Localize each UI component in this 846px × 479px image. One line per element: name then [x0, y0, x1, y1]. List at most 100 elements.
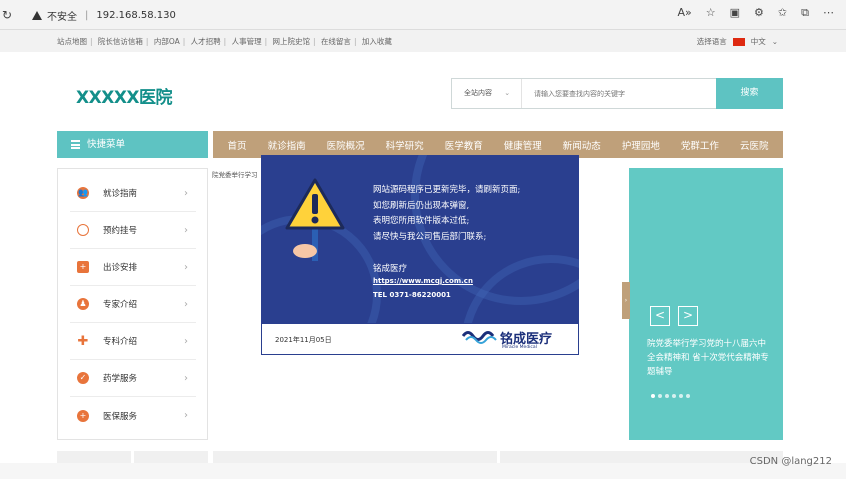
popup-phone: TEL 0371-86220001: [373, 291, 451, 299]
cross-icon: ✚: [77, 333, 89, 349]
quick-menu-label: 专科介绍: [103, 337, 138, 347]
top-link[interactable]: 院长信访信箱: [98, 37, 143, 46]
slider-dot[interactable]: [679, 394, 683, 398]
popup-message-line: 如您刷新后仍出现本弹窗,: [373, 200, 470, 211]
china-flag-icon: [732, 37, 745, 46]
quick-menu-item[interactable]: + 医保服务 ›: [70, 397, 196, 434]
top-link[interactable]: 人才招聘: [191, 37, 221, 46]
slider-dot[interactable]: [651, 394, 655, 398]
nav-item[interactable]: 健康管理: [504, 138, 542, 152]
chevron-right-icon: ›: [184, 335, 188, 347]
bottom-section: [213, 451, 497, 463]
top-link[interactable]: 内部OA: [154, 37, 180, 46]
quick-menu-item[interactable]: ♟ 专家介绍 ›: [70, 286, 196, 323]
quick-menu-label: 就诊指南: [103, 189, 138, 199]
quick-menu-label: 预约挂号: [103, 226, 138, 236]
bottom-tab: [134, 451, 208, 463]
quick-menu-item[interactable]: ✚ 专科介绍 ›: [70, 323, 196, 360]
language-label: 选择语言: [696, 37, 727, 46]
popup-company: 铭成医疗: [373, 264, 408, 274]
extensions-icon[interactable]: ⚙: [754, 6, 764, 20]
top-link[interactable]: 站点地图: [57, 37, 87, 46]
browser-toolbar: ↻ 不安全 | 192.168.58.130 A» ☆ ▣ ⚙ ✩ ⧉ ⋯: [0, 0, 846, 30]
search-scope-select[interactable]: 全站内容 ⌄: [452, 79, 522, 108]
chevron-right-icon: ›: [184, 261, 188, 273]
chevron-down-icon: ⌄: [504, 89, 511, 97]
top-link[interactable]: 人事管理: [232, 37, 262, 46]
nav-item[interactable]: 首页: [228, 138, 247, 152]
news-slider-panel: [629, 168, 783, 440]
read-aloud-icon[interactable]: A»: [678, 6, 692, 20]
chevron-right-icon: ›: [184, 410, 188, 421]
slider-side-tab[interactable]: ›: [622, 282, 630, 319]
nav-item[interactable]: 云医院: [740, 138, 769, 152]
quick-menu-header: 快捷菜单: [57, 131, 208, 158]
company-logo: 铭成医疗 Miracle Medical: [461, 328, 552, 350]
quick-menu-item[interactable]: 👥 就诊指南 ›: [70, 175, 196, 212]
nav-item[interactable]: 就诊指南: [268, 138, 306, 152]
quick-menu-item[interactable]: ✓ 药学服务 ›: [70, 360, 196, 397]
search-input[interactable]: [524, 79, 714, 108]
nav-item[interactable]: 护理园地: [622, 138, 660, 152]
slider-next-button[interactable]: >: [678, 306, 698, 326]
reload-icon[interactable]: ↻: [2, 8, 16, 22]
clock-icon: [76, 223, 90, 237]
top-link[interactable]: 网上院史馆: [273, 37, 311, 46]
slider-dot[interactable]: [665, 394, 669, 398]
bottom-section: [500, 451, 783, 463]
nav-item[interactable]: 科学研究: [386, 138, 424, 152]
more-icon[interactable]: ⋯: [823, 6, 834, 20]
popup-footer: 2021年11月05日 铭成医疗 Miracle Medical: [261, 323, 579, 355]
quick-menu-label: 出诊安排: [103, 263, 138, 273]
quick-menu-title: 快捷菜单: [87, 139, 126, 150]
slider-dot[interactable]: [672, 394, 676, 398]
collections-icon[interactable]: ⧉: [801, 6, 809, 20]
popup-message-line: 表明您所用软件版本过低;: [373, 216, 470, 226]
url-text[interactable]: 192.168.58.130: [96, 10, 176, 21]
slider-dots: [651, 394, 690, 398]
security-label: 不安全: [47, 11, 77, 23]
top-link[interactable]: 在线留言: [321, 37, 351, 46]
plus-circle-icon: +: [76, 409, 90, 423]
quick-menu-label: 专家介绍: [103, 300, 138, 310]
menu-list-icon: [71, 140, 80, 149]
chevron-right-icon: ›: [184, 298, 188, 310]
address-separator: |: [85, 9, 89, 21]
top-links: 站点地图 | 院长信访信箱 | 内部OA | 人才招聘 | 人事管理 | 网上院史馆 | 在…: [57, 37, 392, 46]
chevron-right-icon: ›: [184, 187, 188, 199]
quick-menu: 👥 就诊指南 › 预约挂号 › + 出诊安排 › ♟ 专家介绍 › ✚ 专科介绍…: [57, 168, 208, 440]
popup-message: 网站源码程序已更新完毕，请刷新页面; 如您刷新后仍出现本弹窗, 表明您所用软件版…: [373, 183, 573, 245]
site-logo[interactable]: XXXXX医院: [76, 83, 173, 108]
nav-item[interactable]: 新闻动态: [563, 138, 601, 152]
quick-menu-item[interactable]: + 出诊安排 ›: [70, 249, 196, 286]
language-selector[interactable]: 选择语言 中文 ⌄: [697, 36, 778, 47]
site-top-strip: 站点地图 | 院长信访信箱 | 内部OA | 人才招聘 | 人事管理 | 网上院史馆 | 在…: [0, 30, 846, 52]
nav-item[interactable]: 医院概况: [327, 138, 365, 152]
apps-icon[interactable]: ▣: [730, 6, 740, 20]
doctors-icon: ♟: [76, 297, 90, 311]
news-snippet[interactable]: 院党委举行学习: [212, 169, 262, 179]
address-bar[interactable]: 不安全 | 192.168.58.130: [20, 4, 720, 26]
language-value: 中文: [750, 37, 766, 46]
logo-en-text: Miracle Medical: [502, 345, 537, 350]
nav-item[interactable]: 党群工作: [681, 138, 719, 152]
top-link[interactable]: 加入收藏: [362, 37, 392, 46]
favorite-add-icon[interactable]: ☆: [706, 6, 716, 20]
page-bottom: [0, 463, 846, 479]
search-button[interactable]: 搜索: [716, 78, 783, 109]
search-box: 全站内容 ⌄ 搜索: [451, 78, 783, 109]
quick-menu-item[interactable]: 预约挂号 ›: [70, 212, 196, 249]
popup-url-link[interactable]: https://www.mcqj.com.cn: [373, 277, 473, 285]
slider-dot[interactable]: [658, 394, 662, 398]
nav-item[interactable]: 医学教育: [445, 138, 483, 152]
slider-dot[interactable]: [686, 394, 690, 398]
slider-prev-button[interactable]: <: [650, 306, 670, 326]
favorites-icon[interactable]: ✩: [778, 6, 787, 20]
medkit-icon: +: [76, 260, 90, 274]
bottom-tab: [57, 451, 131, 463]
chevron-down-icon: ⌄: [771, 37, 778, 46]
main-nav: 首页 就诊指南 医院概况 科学研究 医学教育 健康管理 新闻动态 护理园地 党群…: [213, 131, 783, 158]
people-icon: 👥: [77, 187, 89, 199]
search-scope-label: 全站内容: [464, 89, 492, 97]
slider-headline[interactable]: 院党委举行学习党的十八届六中全会精神和 省十次党代会精神专题辅导: [647, 337, 773, 379]
